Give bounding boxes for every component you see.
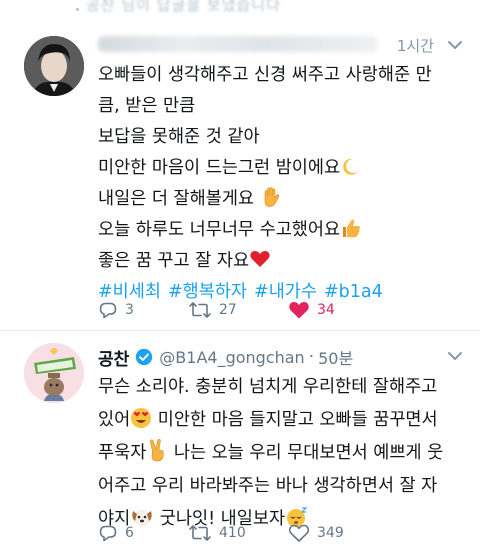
- timestamp[interactable]: 50분: [318, 345, 353, 369]
- thumbs-up-emoji: [343, 219, 360, 238]
- chevron-down-icon[interactable]: [444, 345, 466, 367]
- text-line: 좋은 꿈 꾸고 잘 자요: [98, 246, 458, 277]
- text-line: 미안한 마음이 드는그런 밤이에요: [98, 153, 458, 184]
- retweet-icon: [189, 302, 211, 318]
- retweet-count: 27: [219, 302, 237, 318]
- heart-outline-icon: [288, 524, 310, 542]
- verified-badge-icon: [136, 348, 153, 366]
- reply-icon: [99, 302, 117, 319]
- text-line: 오늘 하루도 너무너무 수고했어요: [98, 215, 458, 246]
- tweet-actions: 3 27 34: [98, 300, 458, 324]
- crescent-moon-emoji: [343, 158, 359, 175]
- tweet-2[interactable]: 공찬 @B1A4_gongchan · 50분 무슨 소리야. 충분히 넘치게 …: [0, 333, 480, 554]
- hashtag-link[interactable]: #비세최: [98, 282, 161, 302]
- retweet-count: 410: [219, 525, 246, 541]
- tweet-header: 1시간: [98, 32, 468, 56]
- heart-eyes-emoji: [131, 408, 152, 428]
- avatar[interactable]: [24, 36, 84, 96]
- hashtag-link[interactable]: #행복하자: [168, 282, 247, 302]
- text-line: 큼, 받은 만큼: [98, 96, 196, 116]
- text-line: 어주고 우리 바라봐주는 바나 생각하면서 잘 자: [98, 476, 438, 496]
- reply-button[interactable]: 6: [98, 523, 134, 543]
- retweet-button[interactable]: 27: [188, 300, 237, 320]
- reply-count: 3: [125, 302, 134, 318]
- thread-dot: [76, 8, 79, 11]
- tweet-header: 공찬 @B1A4_gongchan · 50분: [98, 345, 468, 370]
- tweet-1[interactable]: 1시간 오빠들이 생각해주고 신경 써주고 사랑해준 만 큼, 받은 만큼 보답…: [0, 22, 480, 330]
- timestamp[interactable]: 1시간: [397, 35, 434, 56]
- reply-count: 6: [125, 525, 134, 541]
- tweet-text: 무슨 소리야. 충분히 넘치게 우리한테 잘해주고 있어 미안한 마음 들지말고…: [98, 371, 464, 536]
- tweet-text: 오빠들이 생각해주고 신경 써주고 사랑해준 만 큼, 받은 만큼 보답을 못해…: [98, 60, 458, 308]
- reply-button[interactable]: 3: [98, 300, 134, 320]
- blurred-author-name: [98, 36, 378, 52]
- raised-hand-emoji: [264, 187, 279, 207]
- text-line: 내일은 더 잘해볼게요: [98, 184, 458, 215]
- reply-icon: [99, 525, 117, 542]
- tweet-divider: [0, 330, 480, 331]
- text-line: 푸욱자 나는 오늘 우리 무대보면서 예쁘게 웃: [98, 437, 464, 470]
- text-line: 보답을 못해준 것 같아: [98, 127, 260, 147]
- like-count: 34: [317, 302, 335, 318]
- retweet-icon: [189, 525, 211, 541]
- retweet-button[interactable]: 410: [188, 523, 246, 543]
- author-handle[interactable]: @B1A4_gongchan: [159, 348, 304, 367]
- avatar[interactable]: [24, 343, 84, 403]
- hashtag-link[interactable]: #b1a4: [324, 282, 383, 302]
- text-line: 무슨 소리야. 충분히 넘치게 우리한테 잘해주고: [98, 377, 438, 397]
- like-button[interactable]: 349: [288, 523, 344, 543]
- text-line: 오빠들이 생각해주고 신경 써주고 사랑해준 만: [98, 65, 432, 85]
- victory-hand-emoji: [150, 438, 164, 462]
- hashtag-link[interactable]: #내가수: [254, 282, 317, 302]
- red-heart-emoji: [250, 251, 270, 267]
- like-button[interactable]: 34: [288, 300, 335, 320]
- tweet-actions: 6 410 349: [98, 523, 458, 547]
- like-count: 349: [317, 525, 344, 541]
- chevron-down-icon[interactable]: [444, 34, 466, 56]
- separator-dot: ·: [308, 347, 315, 367]
- heart-filled-icon: [289, 302, 309, 319]
- previous-tweet-fragment: 공찬 님이 답글을 보냈습니다: [86, 0, 281, 14]
- author-name[interactable]: 공찬: [98, 345, 129, 370]
- text-line: 있어 미안한 마음 들지말고 오빠들 꿈꾸면서: [98, 404, 464, 437]
